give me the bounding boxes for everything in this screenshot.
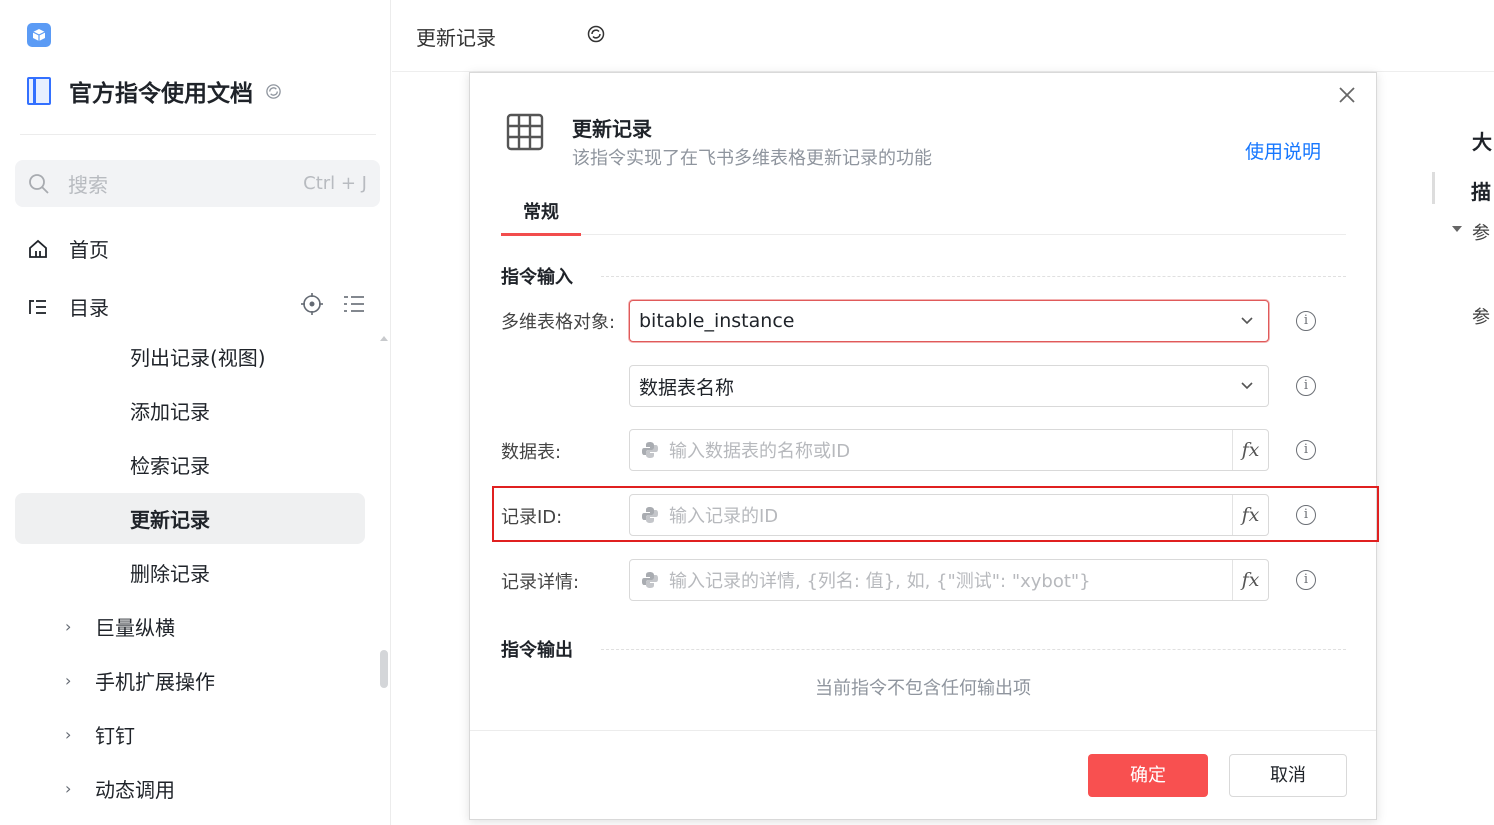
nav-home-label: 首页 (69, 238, 109, 262)
search-shortcut: Ctrl + J (303, 173, 367, 194)
info-icon[interactable]: i (1296, 440, 1316, 460)
sync-icon[interactable] (587, 25, 605, 43)
fx-icon[interactable]: fx (1232, 560, 1268, 600)
caret-down-icon[interactable] (1452, 226, 1462, 232)
tree-item-label: 检索记录 (130, 454, 210, 478)
record-detail-placeholder: 输入记录的详情, {列名: 值}, 如, {"测试": "xybot"} (669, 571, 1091, 592)
tree-item-list-records[interactable]: 列出记录(视图) (15, 331, 365, 382)
tree-group-label: 动态调用 (95, 778, 175, 802)
python-icon (642, 572, 658, 588)
doc-title: 官方指令使用文档 (69, 81, 253, 107)
info-icon[interactable]: i (1296, 311, 1316, 331)
nav-toc-label: 目录 (69, 296, 109, 320)
search-input[interactable]: 搜索 (68, 169, 303, 198)
record-detail-label: 记录详情: (501, 572, 580, 593)
tree-item-label: 列出记录(视图) (130, 346, 266, 370)
confirm-button[interactable]: 确定 (1088, 754, 1208, 797)
section-divider (601, 275, 1346, 277)
close-icon[interactable] (1336, 84, 1358, 106)
tree-item-update-record[interactable]: 更新记录 (15, 493, 365, 544)
sidebar: 官方指令使用文档 搜索 Ctrl + J 首页 目录 列出记录(视图) 添加记录… (0, 0, 391, 825)
table-label: 数据表: (501, 442, 562, 463)
tree-item-search-record[interactable]: 检索记录 (15, 439, 365, 490)
home-icon (29, 239, 47, 258)
doc-title-row: 官方指令使用文档 (27, 74, 282, 108)
highlight-box (492, 486, 1379, 542)
no-output-text: 当前指令不包含任何输出项 (815, 678, 1031, 699)
tab-general[interactable]: 常规 (501, 191, 581, 236)
section-input: 指令输入 (501, 263, 1346, 289)
tree-item-label: 删除记录 (130, 562, 210, 586)
chevron-down-icon (1241, 317, 1253, 325)
section-divider (601, 648, 1346, 650)
tree-group-label: 手机扩展操作 (95, 670, 215, 694)
collapse-list-icon[interactable] (342, 292, 366, 316)
page-tab-title[interactable]: 更新记录 (416, 22, 496, 51)
toc-actions (300, 292, 366, 316)
tree-group-label: 巨量纵横 (95, 616, 175, 640)
book-icon (27, 77, 51, 105)
bitable-value: bitable_instance (639, 310, 795, 332)
nav-toc[interactable]: 目录 (27, 292, 109, 321)
tree-item-add-record[interactable]: 添加记录 (15, 385, 365, 436)
search-icon (29, 173, 49, 194)
tree-group-mobile[interactable]: › 手机扩展操作 (15, 655, 365, 706)
tree-item-delete-record[interactable]: 删除记录 (15, 547, 365, 598)
section-output-title: 指令输出 (501, 640, 573, 661)
dialog-tabs: 常规 (501, 191, 1346, 236)
tree-group-juliang[interactable]: › 巨量纵横 (15, 601, 365, 652)
outline-item[interactable]: 参 (1472, 219, 1490, 245)
bitable-label: 多维表格对象: (501, 312, 616, 333)
info-icon[interactable]: i (1296, 570, 1316, 590)
chevron-right-icon[interactable]: › (65, 725, 95, 744)
table-grid-icon (506, 113, 544, 151)
record-detail-input[interactable]: 输入记录的详情, {列名: 值}, 如, {"测试": "xybot"} fx (629, 559, 1269, 601)
app-logo-icon[interactable] (27, 23, 51, 47)
bitable-select[interactable]: bitable_instance (629, 300, 1269, 342)
command-dialog: 更新记录 该指令实现了在飞书多维表格更新记录的功能 使用说明 常规 指令输入 多… (469, 72, 1379, 820)
outline-item[interactable]: 描 (1471, 176, 1491, 205)
usage-help-link[interactable]: 使用说明 (1245, 137, 1321, 164)
chevron-right-icon[interactable]: › (65, 671, 95, 690)
sync-icon[interactable] (265, 83, 282, 100)
python-icon (642, 442, 658, 458)
scroll-up-arrow[interactable] (380, 336, 388, 341)
dialog-title: 更新记录 (572, 117, 652, 141)
locate-icon[interactable] (300, 292, 324, 316)
cancel-button[interactable]: 取消 (1229, 754, 1347, 797)
outline-title: 大 (1472, 130, 1492, 154)
nav-home[interactable]: 首页 (27, 234, 109, 263)
outline-marker (1432, 172, 1435, 204)
fx-icon[interactable]: fx (1232, 430, 1268, 470)
chevron-down-icon (1241, 382, 1253, 390)
section-input-title: 指令输入 (501, 267, 573, 288)
outline-item[interactable]: 参 (1472, 303, 1490, 329)
sidebar-scrollbar[interactable] (380, 650, 388, 688)
table-mode-select[interactable]: 数据表名称 (629, 365, 1269, 407)
tree-group-dynamic[interactable]: › 动态调用 (15, 763, 365, 814)
toc-icon (29, 299, 46, 314)
footer-divider (470, 730, 1376, 731)
table-input-placeholder: 输入数据表的名称或ID (669, 441, 851, 462)
table-mode-value: 数据表名称 (639, 376, 735, 399)
table-input[interactable]: 输入数据表的名称或ID fx (629, 429, 1269, 471)
sidebar-divider (20, 134, 376, 135)
tree-item-label: 添加记录 (130, 400, 210, 424)
info-icon[interactable]: i (1296, 376, 1316, 396)
tree-group-dingtalk[interactable]: › 钉钉 (15, 709, 365, 760)
chevron-right-icon[interactable]: › (65, 617, 95, 636)
tree-group-label: 钉钉 (95, 724, 135, 748)
chevron-right-icon[interactable]: › (65, 779, 95, 798)
dialog-description: 该指令实现了在飞书多维表格更新记录的功能 (572, 148, 932, 169)
section-output: 指令输出 (501, 636, 1346, 662)
search-box[interactable]: 搜索 Ctrl + J (15, 160, 380, 207)
tree-item-label: 更新记录 (130, 508, 210, 532)
